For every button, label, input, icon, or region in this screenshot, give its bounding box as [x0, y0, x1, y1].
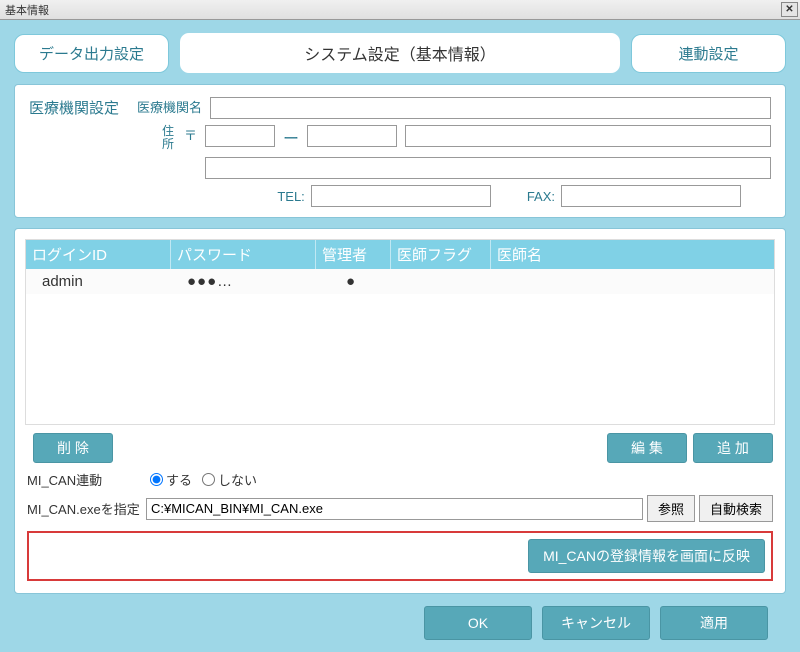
- cell-password: ●●●…: [171, 269, 316, 294]
- tel-input[interactable]: [311, 185, 491, 207]
- data-output-button[interactable]: データ出力設定: [14, 34, 169, 73]
- window-titlebar: 基本情報 ✕: [0, 0, 800, 20]
- facility-name-label: 医療機関名: [137, 97, 202, 116]
- page-title: システム設定（基本情報）: [179, 32, 621, 74]
- radio-yes-input[interactable]: [150, 473, 163, 486]
- fax-label: FAX:: [527, 189, 555, 204]
- radio-yes[interactable]: する: [150, 470, 192, 489]
- cell-doctor-flag: [391, 269, 491, 294]
- browse-button[interactable]: 参照: [647, 495, 695, 522]
- cell-login-id: admin: [26, 269, 171, 294]
- mican-exe-label: MI_CAN.exeを指定: [27, 499, 142, 518]
- auto-search-button[interactable]: 自動検索: [699, 495, 773, 522]
- postal-dash: ー: [283, 125, 299, 149]
- cancel-button[interactable]: キャンセル: [542, 606, 650, 640]
- cell-doctor-name: [491, 269, 774, 294]
- table-empty-area: [26, 294, 774, 424]
- radio-no[interactable]: しない: [202, 470, 257, 489]
- apply-button[interactable]: 適用: [660, 606, 768, 640]
- delete-button[interactable]: 削 除: [33, 433, 113, 463]
- address1-input[interactable]: [405, 125, 771, 147]
- login-table-header: ログインID パスワード 管理者 医師フラグ 医師名: [26, 240, 774, 269]
- mican-link-label: MI_CAN連動: [27, 470, 142, 489]
- facility-panel: 医療機関設定 医療機関名 住 所 〒 ー TEL: FAX:: [14, 84, 786, 218]
- link-settings-button[interactable]: 連動設定: [631, 34, 786, 73]
- col-admin: 管理者: [316, 240, 391, 269]
- reflect-button[interactable]: MI_CANの登録情報を画面に反映: [528, 539, 765, 573]
- postal-mark-icon: 〒: [184, 125, 197, 144]
- tel-label: TEL:: [277, 189, 304, 204]
- address2-input[interactable]: [205, 157, 771, 179]
- close-icon[interactable]: ✕: [781, 2, 798, 17]
- facility-name-input[interactable]: [210, 97, 771, 119]
- address-label: 住 所: [158, 125, 178, 151]
- table-row[interactable]: admin ●●●… ●: [26, 269, 774, 294]
- add-button[interactable]: 追 加: [693, 433, 773, 463]
- mican-exe-input[interactable]: [146, 498, 643, 520]
- radio-no-input[interactable]: [202, 473, 215, 486]
- edit-button[interactable]: 編 集: [607, 433, 687, 463]
- facility-section-label: 医療機関設定: [29, 97, 129, 118]
- col-password: パスワード: [171, 240, 316, 269]
- fax-input[interactable]: [561, 185, 741, 207]
- login-panel: ログインID パスワード 管理者 医師フラグ 医師名 admin ●●●… ● …: [14, 228, 786, 594]
- window-title: 基本情報: [2, 2, 781, 18]
- postal2-input[interactable]: [307, 125, 397, 147]
- cell-admin: ●: [316, 269, 391, 294]
- postal1-input[interactable]: [205, 125, 275, 147]
- col-doctor-flag: 医師フラグ: [391, 240, 491, 269]
- login-table: ログインID パスワード 管理者 医師フラグ 医師名 admin ●●●… ●: [25, 239, 775, 425]
- col-login-id: ログインID: [26, 240, 171, 269]
- col-doctor-name: 医師名: [491, 240, 774, 269]
- reflect-highlight-box: MI_CANの登録情報を画面に反映: [27, 531, 773, 581]
- ok-button[interactable]: OK: [424, 606, 532, 640]
